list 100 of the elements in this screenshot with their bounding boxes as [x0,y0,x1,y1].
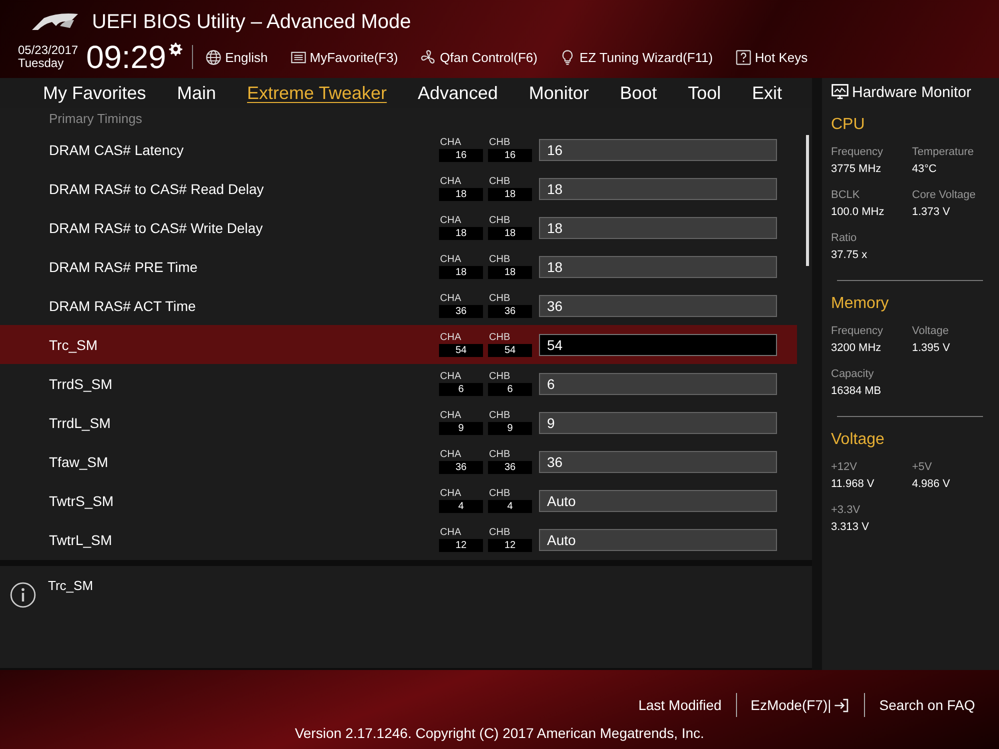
setting-label: TwtrL_SM [48,532,114,548]
channel-value: 36 [439,461,483,474]
value-field[interactable]: 18 [539,178,777,200]
channel-label: CHB [488,176,512,188]
toolbar-button[interactable]: Hot Keys [734,48,808,66]
channel-value: 9 [488,422,532,435]
channel-value: 36 [439,305,483,318]
channel-label: CHB [488,215,512,227]
setting-label: DRAM RAS# to CAS# Write Delay [48,220,264,236]
stat-value: 3775 MHz [831,163,882,175]
section-heading: Voltage [831,431,886,449]
panel-title: Hardware Monitor [852,84,972,100]
toolbar-button[interactable]: English [205,48,268,66]
menu-tab[interactable]: Boot [610,80,666,106]
channel-label: CHB [488,254,512,266]
channel-label: CHA [439,176,462,188]
channel-value: 6 [488,383,532,396]
stat-value: 3200 MHz [831,342,882,354]
channel-label: CHA [439,293,462,305]
menu-tab[interactable]: Tool [678,80,730,106]
footer-link[interactable]: Last Modified [624,697,736,713]
value-field[interactable]: 36 [539,294,777,316]
value-field[interactable]: 6 [539,372,777,394]
setting-label: DRAM CAS# Latency [48,142,185,158]
channel-label: CHB [488,293,512,305]
setting-label: TrrdS_SM [48,376,114,392]
stat-label: Ratio [831,232,858,244]
value-field[interactable]: Auto [539,490,777,512]
stat-label: Core Voltage [912,189,977,201]
footer-link[interactable]: EzMode(F7)| [736,696,864,714]
channel-label: CHB [488,332,512,344]
toolbar-button[interactable]: Qfan Control(F6) [420,48,538,66]
stat-label: Frequency [831,325,884,337]
channel-value: 18 [488,188,532,201]
value-field[interactable]: 54 [539,334,777,356]
toolbar-button[interactable]: MyFavorite(F3) [290,48,398,66]
section-title: Primary Timings [48,110,144,128]
value-field[interactable]: 18 [539,216,777,238]
channel-label: CHA [439,488,462,500]
globe-icon [205,48,222,66]
toolbar-button[interactable]: EZ Tuning Wizard(F11) [559,48,713,66]
footer-link[interactable]: Search on FAQ [865,697,989,713]
help-icon [734,48,752,66]
value-field[interactable]: Auto [539,528,777,550]
channel-label: CHB [488,527,512,539]
menu-tab[interactable]: Exit [742,80,791,106]
channel-value: 4 [488,500,532,513]
menu-tab[interactable]: My Favorites [34,80,156,106]
channel-value: 16 [439,149,483,162]
stat-value: 37.75 x [831,249,868,261]
stat-value: 16384 MB [831,385,882,397]
stat-label: +5V [912,461,933,473]
stat-value: 43°C [912,163,938,175]
copyright-text: Version 2.17.1246. Copyright (C) 2017 American Megatrends, Inc. [294,725,704,741]
channel-label: CHA [439,215,462,227]
stat-value: 1.373 V [912,206,951,218]
settings-icon[interactable] [166,40,184,58]
setting-label: DRAM RAS# to CAS# Read Delay [48,180,265,196]
channel-value: 12 [488,539,532,552]
scrollbar[interactable] [806,135,809,266]
clock-time: 09:29 [86,40,166,74]
channel-value: 18 [488,266,532,279]
channel-value: 12 [439,539,483,552]
value-field[interactable]: 18 [539,256,777,278]
selected-row-highlight[interactable]: Trc_SM CHA 54 CHB 54 54 [0,325,797,364]
window-title: UEFI BIOS Utility – Advanced Mode [92,10,412,34]
channel-label: CHA [439,449,462,461]
channel-label: CHB [488,488,512,500]
channel-value: 36 [488,305,532,318]
info-icon [10,582,36,608]
menu-tab[interactable]: Monitor [520,80,598,106]
value-field[interactable]: 9 [539,412,777,434]
date-text: 05/23/2017 [18,44,78,57]
stat-label: Frequency [831,146,884,158]
channel-value: 54 [439,344,483,357]
menu-tab[interactable]: Extreme Tweaker [238,80,396,106]
stat-value: 100.0 MHz [831,206,886,218]
stat-label: BCLK [831,189,861,201]
channel-label: CHB [488,371,512,383]
menu-tab[interactable]: Main [168,80,226,106]
setting-label: TwtrS_SM [48,492,115,508]
section-heading: Memory [831,295,890,313]
channel-value: 6 [439,383,483,396]
channel-value: 18 [439,266,483,279]
value-field[interactable]: 16 [539,138,777,160]
setting-label: DRAM RAS# PRE Time [48,258,199,274]
stat-value: 3.313 V [831,521,870,533]
menu-tab[interactable]: Advanced [408,80,507,106]
stat-label: +3.3V [831,504,862,516]
channel-label: CHA [439,137,462,149]
stat-label: Temperature [912,146,975,158]
channel-label: CHB [488,410,512,422]
stat-value: 11.968 V [831,478,876,490]
channel-value: 18 [488,227,532,240]
channel-value: 36 [488,461,532,474]
channel-value: 16 [488,149,532,162]
value-field[interactable]: 36 [539,450,777,472]
channel-label: CHA [439,332,462,344]
channel-label: CHA [439,254,462,266]
channel-label: CHB [488,137,512,149]
